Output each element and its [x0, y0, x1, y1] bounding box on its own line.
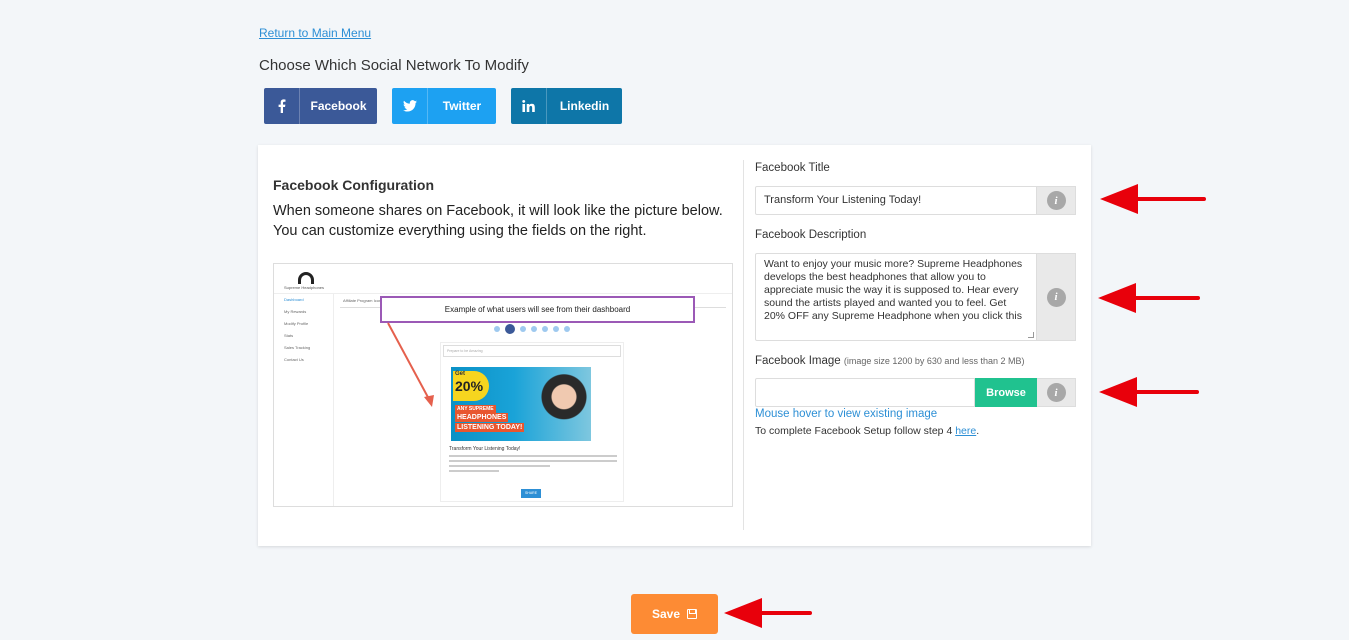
setup-text: To complete Facebook Setup follow step 4	[755, 425, 956, 437]
config-panel: Facebook Configuration When someone shar…	[258, 145, 1091, 546]
facebook-preview-image: Supreme Headphones Dashboard My Rewards …	[273, 263, 733, 507]
preview-share-button: SHARE	[521, 489, 541, 498]
preview-banner: Get 20% ANY SUPREME HEADPHONES LISTENING…	[451, 367, 591, 441]
facebook-description-textarea[interactable]: Want to enjoy your music more? Supreme H…	[755, 253, 1037, 341]
headphones-logo-icon	[298, 272, 314, 284]
image-label-text: Facebook Image	[755, 355, 841, 367]
image-size-hint: (image size 1200 by 630 and less than 2 …	[843, 356, 1025, 366]
banner-line2: HEADPHONES	[455, 413, 509, 422]
preview-sidebar-item: Dashboard	[284, 297, 304, 302]
return-to-main-menu-link[interactable]: Return to Main Menu	[259, 26, 371, 40]
panel-divider	[743, 160, 744, 530]
linkedin-button[interactable]: Linkedin	[511, 88, 622, 124]
facebook-button-label: Facebook	[310, 99, 367, 113]
setup-end: .	[976, 425, 980, 437]
preview-card-title: Transform Your Listening Today!	[449, 446, 521, 452]
share-dot-icon	[520, 326, 526, 332]
share-dot-icon	[553, 326, 559, 332]
preview-share-icons	[494, 324, 570, 334]
description-text: Want to enjoy your music more? Supreme H…	[764, 258, 1023, 322]
preview-sidebar-item: Contact Us	[284, 357, 304, 362]
banner-percent: 20%	[455, 378, 484, 394]
info-icon: i	[1046, 287, 1066, 307]
facebook-description-label: Facebook Description	[755, 229, 867, 241]
floppy-disk-icon	[687, 609, 698, 619]
preview-card-text	[449, 455, 617, 475]
annotation-arrow-icon	[1099, 377, 1199, 407]
banner-line3: LISTENING TODAY!	[455, 423, 525, 432]
facebook-icon	[264, 88, 300, 124]
preview-sidebar-item: Sales Tracking	[284, 345, 311, 350]
annotation-arrow-icon	[1100, 184, 1206, 214]
config-title: Facebook Configuration	[273, 177, 434, 193]
preview-sidebar-item: Stats	[284, 333, 294, 338]
info-icon: i	[1046, 383, 1066, 402]
twitter-button-label: Twitter	[442, 99, 482, 113]
preview-brand: Supreme Headphones	[284, 285, 325, 290]
save-button-label: Save	[651, 607, 681, 621]
preview-user	[708, 276, 722, 281]
annotation-arrow-icon	[1098, 283, 1200, 313]
setup-here-link[interactable]: here	[955, 425, 976, 437]
banner-woman-image	[541, 373, 587, 441]
facebook-image-label: Facebook Image (image size 1200 by 630 a…	[755, 355, 1024, 367]
config-description: When someone shares on Facebook, it will…	[273, 203, 723, 239]
annotation-arrow-icon	[724, 598, 812, 628]
facebook-dot-icon	[505, 324, 515, 334]
facebook-title-label: Facebook Title	[755, 162, 830, 174]
choose-network-heading: Choose Which Social Network To Modify	[259, 57, 529, 74]
save-button[interactable]: Save	[631, 594, 718, 634]
preview-header: Supreme Headphones	[274, 264, 732, 294]
twitter-icon	[392, 88, 428, 124]
preview-arrow-icon	[387, 322, 434, 407]
facebook-image-file-input[interactable]	[755, 378, 975, 407]
description-info-button[interactable]: i	[1037, 253, 1076, 341]
facebook-title-input[interactable]: Transform Your Listening Today!	[755, 186, 1037, 215]
share-dot-icon	[494, 326, 500, 332]
linkedin-icon	[511, 88, 547, 124]
linkedin-button-label: Linkedin	[559, 99, 610, 113]
preview-sidebar-item: Modify Profile	[284, 321, 309, 326]
setup-instructions: To complete Facebook Setup follow step 4…	[755, 425, 979, 437]
info-icon: i	[1046, 191, 1066, 210]
resize-handle-icon[interactable]	[1028, 332, 1034, 338]
preview-sidebar-item: My Rewards	[284, 309, 307, 314]
twitter-button[interactable]: Twitter	[392, 88, 496, 124]
image-info-button[interactable]: i	[1037, 378, 1076, 407]
banner-get: Get	[455, 371, 466, 377]
banner-line1: ANY SUPREME	[455, 405, 496, 413]
browse-button[interactable]: Browse	[975, 378, 1037, 407]
title-info-button[interactable]: i	[1037, 186, 1076, 215]
preview-callout: Example of what users will see from thei…	[380, 296, 695, 323]
share-dot-icon	[531, 326, 537, 332]
facebook-button[interactable]: Facebook	[264, 88, 377, 124]
share-dot-icon	[542, 326, 548, 332]
preview-input: Prepare to be Amazing	[443, 345, 621, 357]
preview-card: Prepare to be Amazing Get 20% ANY SUPREM…	[440, 342, 624, 502]
preview-sidebar: Dashboard My Rewards Modify Profile Stat…	[274, 294, 334, 506]
view-existing-image-link[interactable]: Mouse hover to view existing image	[755, 408, 937, 420]
share-dot-icon	[564, 326, 570, 332]
